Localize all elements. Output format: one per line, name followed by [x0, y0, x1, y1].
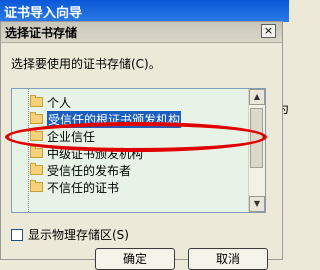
tree-item-personal[interactable]: 个人: [30, 93, 71, 111]
checkbox-label: 显示物理存储区(S): [28, 228, 129, 242]
tree-item-intermediate-ca[interactable]: 中级证书颁发机构: [30, 144, 143, 162]
scroll-up-button[interactable]: ▲: [249, 89, 265, 105]
folder-icon: [30, 95, 43, 107]
close-icon: ×: [263, 24, 274, 37]
parent-window-title: 证书导入向导: [4, 6, 83, 21]
tree-item-trusted-root-ca[interactable]: 受信任的根证书颁发机构: [30, 110, 182, 128]
scroll-down-button[interactable]: ▼: [249, 196, 265, 212]
folder-icon: [30, 129, 43, 141]
tree-item-trusted-publishers[interactable]: 受信任的发布者: [30, 161, 131, 179]
tree-item-label: 受信任的根证书颁发机构: [47, 110, 182, 128]
tree-connector-line: [28, 89, 29, 212]
folder-icon: [30, 112, 43, 124]
certificate-store-tree[interactable]: 个人 受信任的根证书颁发机构 企业信任 中级证书颁发机构 受信任的发布者 不信任…: [11, 88, 266, 213]
store-prompt-label: 选择要使用的证书存储(C)。: [11, 57, 161, 71]
dialog-titlebar: 选择证书存储 ×: [1, 22, 282, 43]
tree-item-label: 受信任的发布者: [47, 163, 132, 178]
folder-icon: [30, 163, 43, 175]
tree-item-label: 中级证书颁发机构: [47, 146, 144, 161]
chevron-up-icon: ▲: [253, 92, 261, 101]
tree-item-label: 不信任的证书: [47, 180, 120, 195]
ok-button[interactable]: 确定: [95, 248, 175, 270]
dialog-title: 选择证书存储: [5, 26, 78, 40]
checkbox-box[interactable]: [11, 228, 23, 241]
parent-window-titlebar: 证书导入向导: [0, 0, 289, 22]
show-physical-stores-checkbox[interactable]: 显示物理存储区(S): [11, 226, 129, 243]
tree-item-label: 个人: [47, 95, 72, 110]
tree-vertical-scrollbar[interactable]: ▲ ▼: [248, 89, 265, 212]
tree-item-label: 企业信任: [47, 129, 96, 144]
close-button[interactable]: ×: [261, 24, 276, 38]
scroll-thumb[interactable]: [250, 108, 263, 168]
folder-icon: [30, 146, 43, 158]
folder-icon: [30, 180, 43, 192]
tree-item-untrusted-certificates[interactable]: 不信任的证书: [30, 178, 119, 196]
cancel-button[interactable]: 取消: [188, 248, 268, 270]
chevron-down-icon: ▼: [253, 199, 261, 208]
select-certificate-store-dialog: 选择证书存储 × 选择要使用的证书存储(C)。 个人 受信任的根证书颁发机构 企…: [0, 21, 283, 270]
tree-item-enterprise-trust[interactable]: 企业信任: [30, 127, 95, 145]
